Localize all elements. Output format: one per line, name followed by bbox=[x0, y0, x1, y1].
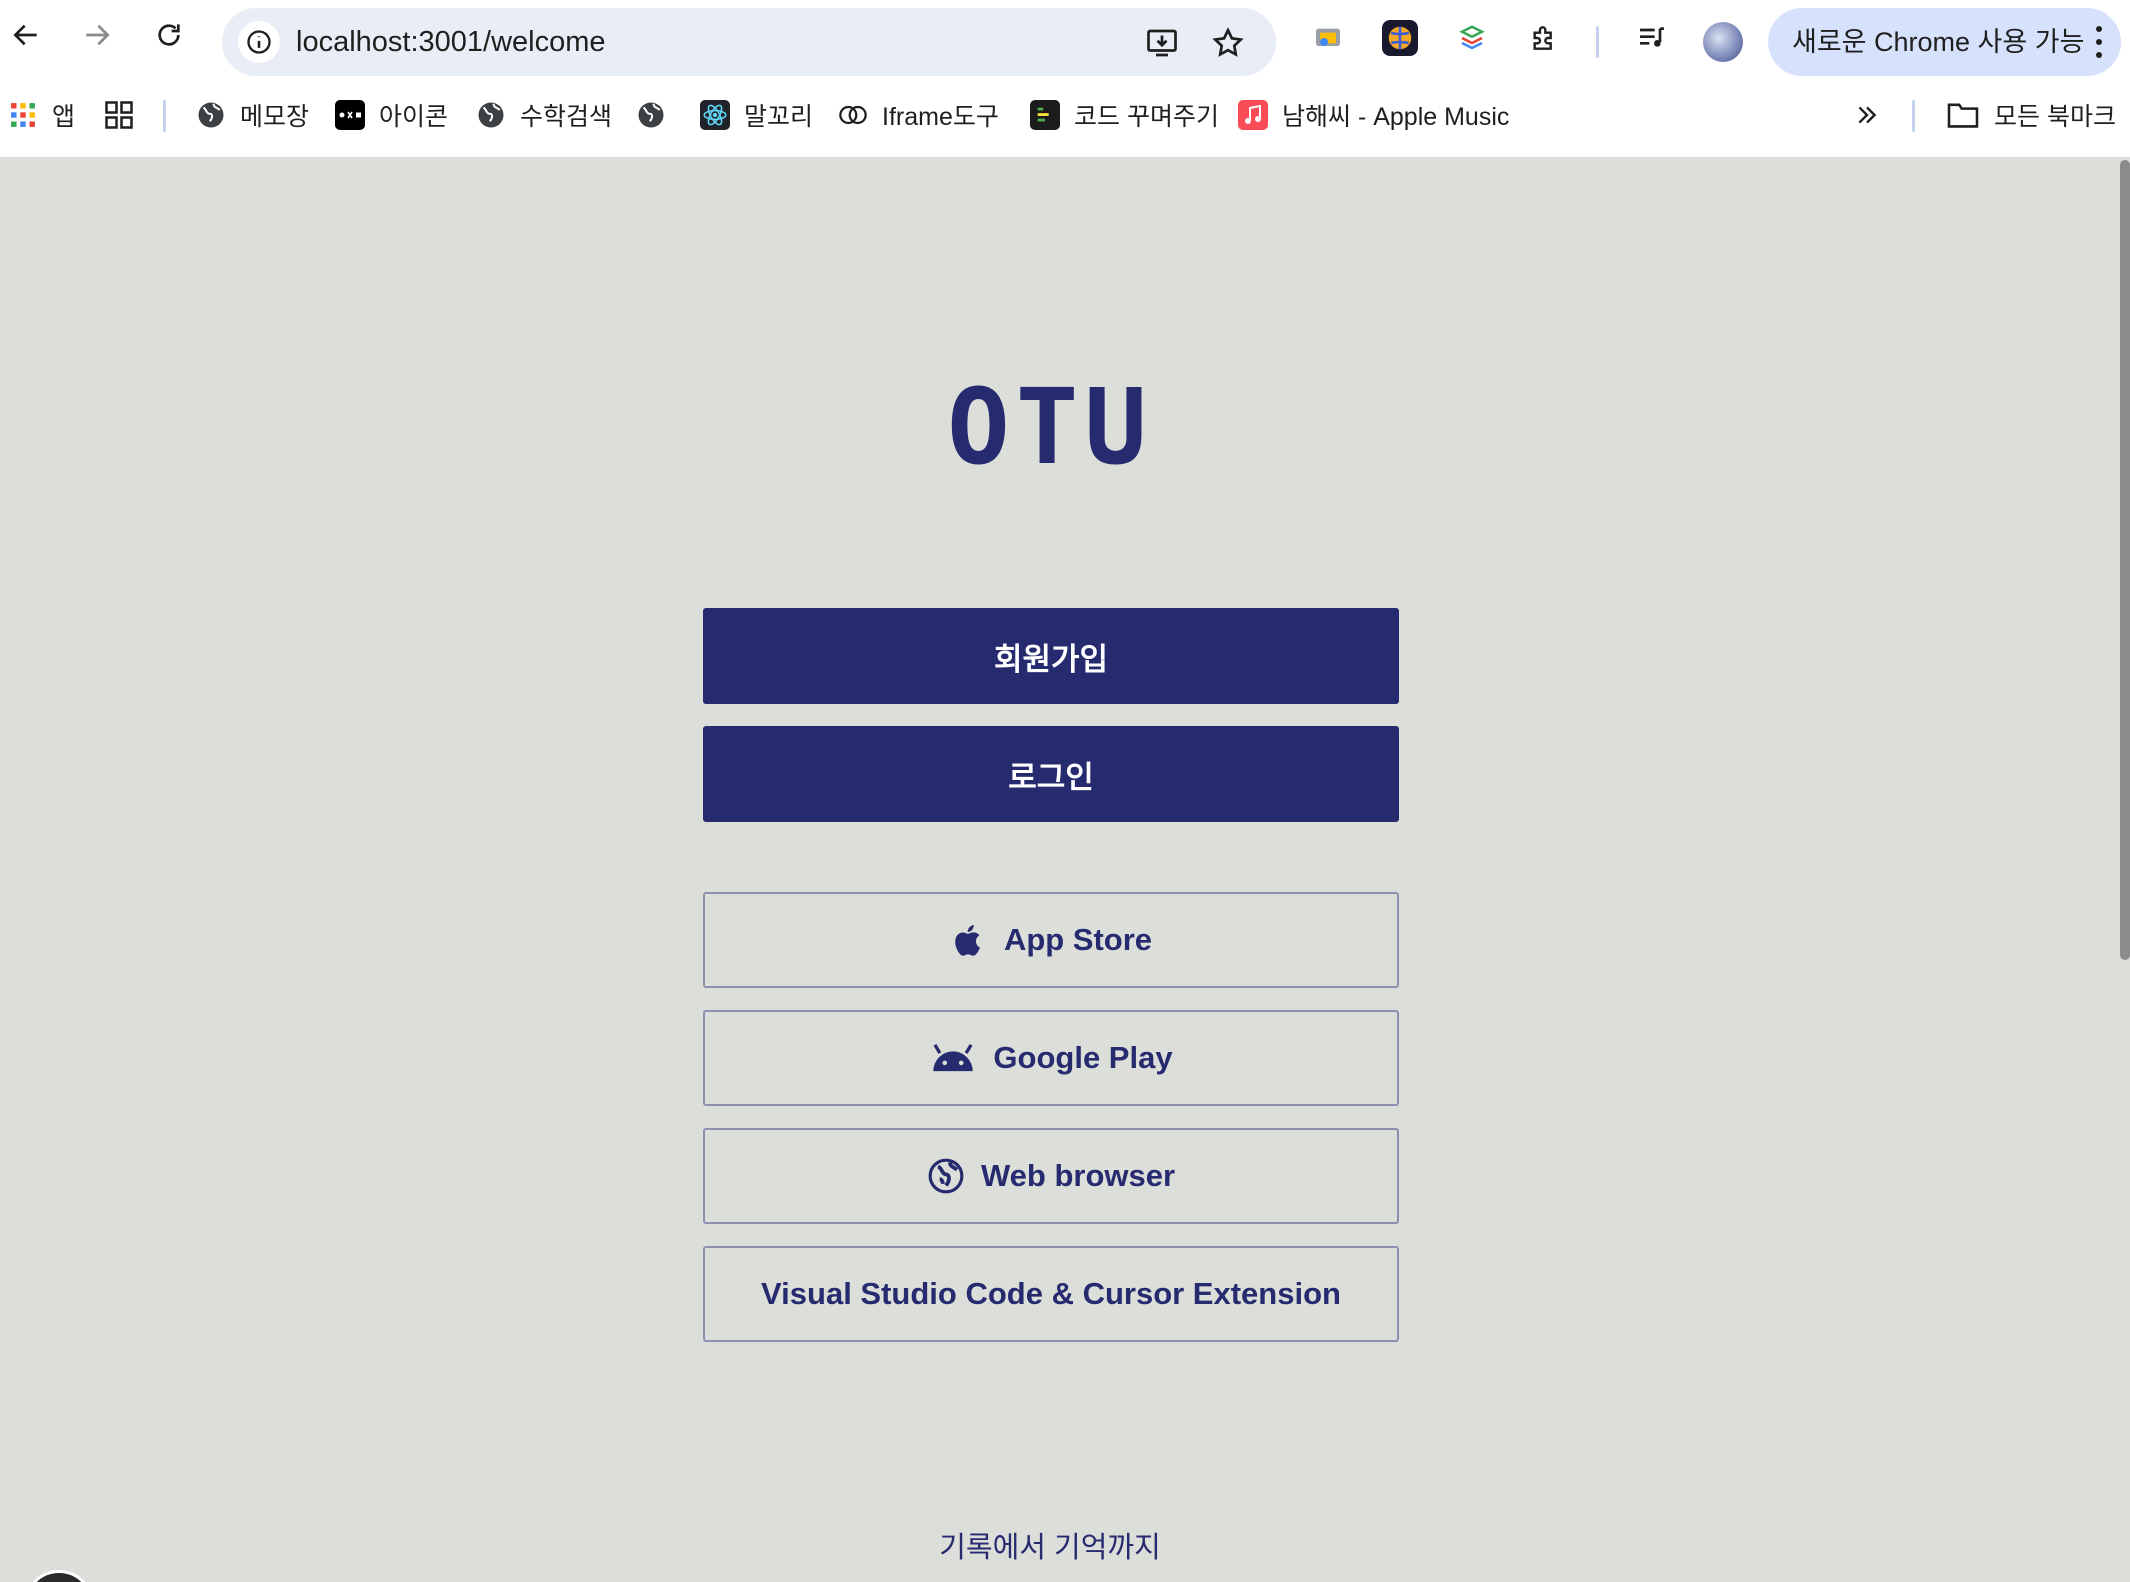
address-bar[interactable]: localhost:3001/welcome bbox=[222, 8, 1276, 76]
google-play-button[interactable]: Google Play bbox=[703, 1010, 1399, 1106]
more-menu-icon[interactable] bbox=[2089, 26, 2109, 58]
globe-icon bbox=[927, 1157, 965, 1195]
code-icon bbox=[1030, 100, 1060, 130]
login-label: 로그인 bbox=[1008, 759, 1094, 795]
bookmarks-bar: 앱 메모장 아이콘 수학검색 말꼬리 Iframe도구 코드 꾸며주기 남해씨 … bbox=[0, 86, 2130, 158]
signup-button[interactable]: 회원가입 bbox=[703, 608, 1399, 704]
bookmarks-divider bbox=[1912, 100, 1915, 132]
browser-toolbar: localhost:3001/welcome 새로운 Chrome 사용 가능 bbox=[0, 0, 2130, 86]
all-bookmarks-button[interactable]: 모든 북마크 bbox=[1946, 86, 2116, 144]
tagline: 기록에서 기억까지 bbox=[939, 1532, 1161, 1564]
web-browser-label: Web browser bbox=[980, 1158, 1176, 1193]
bookmark-label: 코드 꾸며주기 bbox=[1074, 103, 1219, 131]
globe-icon bbox=[196, 100, 226, 130]
bookmark-apps-label: 앱 bbox=[52, 103, 76, 131]
toolbar-divider bbox=[1596, 26, 1599, 58]
folder-icon bbox=[1946, 100, 1980, 130]
profile-avatar[interactable] bbox=[1703, 22, 1743, 62]
bookmark-item[interactable]: 코드 꾸며주기 bbox=[1030, 86, 1219, 144]
bookmark-tab-groups[interactable] bbox=[104, 86, 148, 144]
extension-button[interactable]: Visual Studio Code & Cursor Extension bbox=[703, 1246, 1399, 1342]
extension-label: Visual Studio Code & Cursor Extension bbox=[761, 1276, 1341, 1311]
floating-action-button[interactable] bbox=[24, 1570, 94, 1582]
chevron-double-right-icon bbox=[1858, 106, 1877, 124]
login-button[interactable]: 로그인 bbox=[703, 726, 1399, 822]
bookmarks-divider bbox=[163, 100, 166, 132]
bookmark-label: 수학검색 bbox=[520, 103, 613, 131]
reload-button[interactable] bbox=[147, 13, 191, 57]
extensions-puzzle-icon[interactable] bbox=[1526, 20, 1562, 56]
bookmarks-overflow-button[interactable] bbox=[1854, 86, 1880, 144]
globe-icon bbox=[636, 100, 666, 130]
site-info-icon[interactable] bbox=[238, 21, 280, 63]
apps-grid-icon bbox=[8, 100, 38, 130]
globe-icon bbox=[476, 100, 506, 130]
bookmark-item[interactable]: 말꼬리 bbox=[700, 86, 813, 144]
rings-icon bbox=[838, 100, 868, 130]
music-note-icon bbox=[1238, 100, 1268, 130]
bookmark-item[interactable]: 메모장 bbox=[196, 86, 309, 144]
bookmark-item[interactable]: Iframe도구 bbox=[838, 86, 999, 144]
extension-cast-icon[interactable] bbox=[1310, 20, 1346, 56]
extension-brain-icon[interactable] bbox=[1382, 20, 1418, 56]
otu-logo: OTU bbox=[947, 366, 1153, 488]
bookmark-label: 아이콘 bbox=[379, 103, 449, 131]
bookmark-item[interactable]: 아이콘 bbox=[335, 86, 448, 144]
bookmark-item[interactable]: 수학검색 bbox=[476, 86, 612, 144]
url-text[interactable]: localhost:3001/welcome bbox=[296, 8, 606, 76]
arrow-left-icon bbox=[13, 24, 37, 46]
chrome-update-label: 새로운 Chrome 사용 가능 bbox=[1792, 27, 2085, 57]
arrow-right-icon bbox=[86, 24, 110, 46]
signup-label: 회원가입 bbox=[993, 641, 1109, 677]
install-app-icon[interactable] bbox=[1144, 25, 1180, 61]
chrome-update-button[interactable]: 새로운 Chrome 사용 가능 bbox=[1768, 8, 2121, 76]
bookmark-label: 말꼬리 bbox=[744, 103, 814, 131]
media-controls-icon[interactable] bbox=[1634, 20, 1670, 56]
bookmark-item[interactable]: 남해씨 - Apple Music bbox=[1238, 86, 1509, 144]
react-icon bbox=[700, 100, 730, 130]
forward-button[interactable] bbox=[75, 13, 119, 57]
android-icon bbox=[929, 1039, 977, 1077]
bookmark-apps[interactable]: 앱 bbox=[8, 86, 75, 144]
icon-site-icon bbox=[335, 100, 365, 130]
bookmark-label: 메모장 bbox=[240, 103, 310, 131]
back-button[interactable] bbox=[4, 13, 48, 57]
reload-icon bbox=[158, 24, 180, 46]
scrollbar-thumb[interactable] bbox=[2120, 160, 2130, 960]
extension-layers-icon[interactable] bbox=[1454, 20, 1490, 56]
web-browser-button[interactable]: Web browser bbox=[703, 1128, 1399, 1224]
all-bookmarks-label: 모든 북마크 bbox=[1994, 103, 2116, 131]
bookmark-star-icon[interactable] bbox=[1210, 25, 1246, 61]
google-play-label: Google Play bbox=[993, 1040, 1173, 1075]
bookmark-label: Iframe도구 bbox=[882, 103, 999, 131]
bookmark-label: 남해씨 - Apple Music bbox=[1282, 103, 1510, 131]
apple-icon bbox=[950, 921, 988, 959]
bookmark-item[interactable] bbox=[636, 86, 680, 144]
app-store-button[interactable]: App Store bbox=[703, 892, 1399, 988]
app-store-label: App Store bbox=[1003, 922, 1153, 957]
tab-groups-icon bbox=[104, 100, 134, 130]
